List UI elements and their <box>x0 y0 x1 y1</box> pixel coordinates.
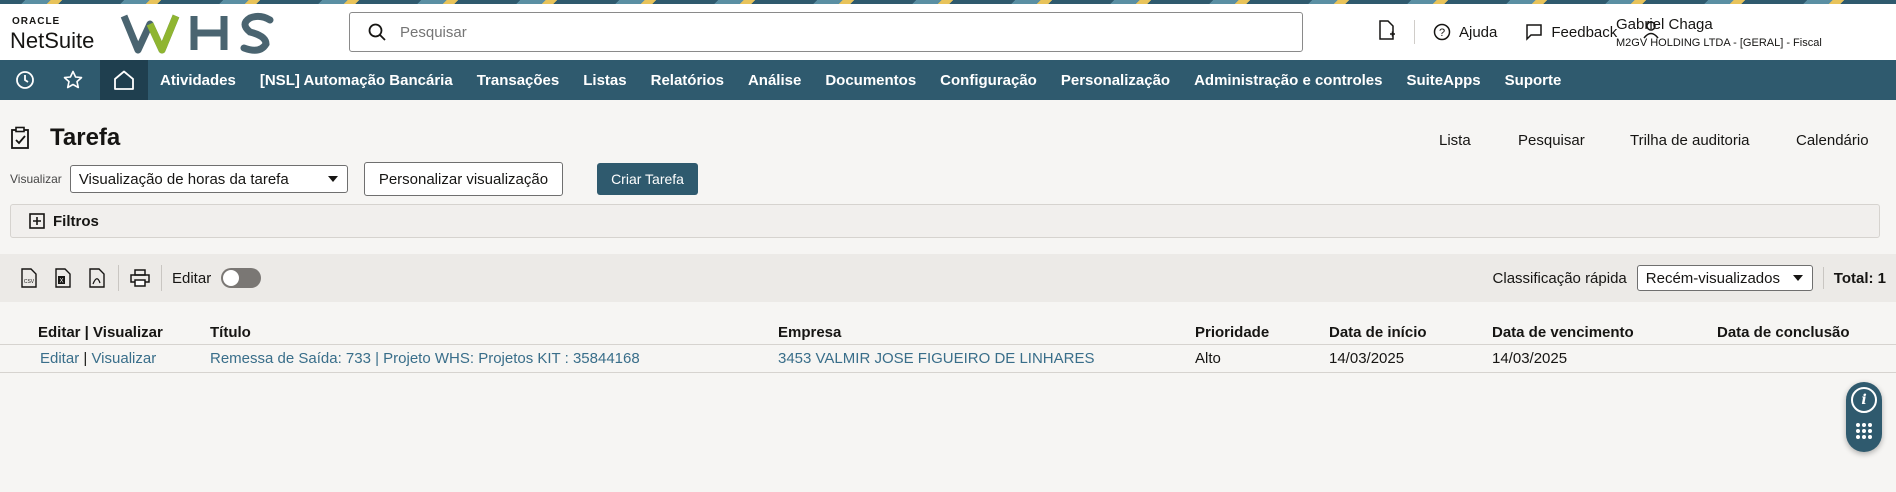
link-calendario[interactable]: Calendário <box>1796 132 1869 149</box>
global-search[interactable] <box>349 12 1303 52</box>
dropdown-arrow-icon <box>327 176 338 182</box>
whs-logo[interactable] <box>120 10 310 56</box>
edit-toggle[interactable] <box>221 268 262 288</box>
user-menu[interactable]: Gabriel Chaga M2GV HOLDING LTDA - [GERAL… <box>1616 16 1822 49</box>
search-icon <box>368 23 386 41</box>
view-select-value: Visualização de horas da tarefa <box>78 170 289 188</box>
row-priority: Alto <box>1195 344 1329 373</box>
page-header: Tarefa Lista Pesquisar Trilha de auditor… <box>0 100 1896 238</box>
header: ORACLE NetSuite ? Ajuda Feedback Gabri <box>0 4 1896 60</box>
nav-menu: Atividades [NSL] Automação Bancária Tran… <box>160 72 1585 89</box>
feedback-icon <box>1526 24 1543 41</box>
nav-item-personalizacao[interactable]: Personalização <box>1061 72 1170 89</box>
dropdown-arrow-icon <box>1792 275 1803 281</box>
main-navbar: Atividades [NSL] Automação Bancária Tran… <box>0 60 1896 100</box>
row-due-date: 14/03/2025 <box>1492 344 1717 373</box>
col-title[interactable]: Título <box>210 320 778 345</box>
svg-text:X: X <box>59 279 63 285</box>
export-excel-icon[interactable]: X <box>46 261 80 295</box>
quick-sort-label: Classificação rápida <box>1492 269 1627 287</box>
header-divider <box>1414 20 1415 44</box>
toolbar-separator <box>161 265 162 291</box>
total-count: Total: 1 <box>1833 269 1886 287</box>
toggle-knob <box>223 270 240 286</box>
create-task-button[interactable]: Criar Tarefa <box>597 163 698 195</box>
svg-text:CSV: CSV <box>24 279 35 285</box>
apps-grid-icon[interactable] <box>1855 422 1873 440</box>
col-priority[interactable]: Prioridade <box>1195 320 1329 345</box>
link-lista[interactable]: Lista <box>1439 132 1471 149</box>
user-name: Gabriel Chaga <box>1616 16 1713 33</box>
filters-label: Filtros <box>53 212 99 230</box>
search-input[interactable] <box>398 22 1252 42</box>
nav-item-configuracao[interactable]: Configuração <box>940 72 1037 89</box>
nav-item-administracao[interactable]: Administração e controles <box>1194 72 1382 89</box>
export-csv-icon[interactable]: CSV <box>12 261 46 295</box>
user-role: M2GV HOLDING LTDA - [GERAL] - Fiscal <box>1616 37 1822 49</box>
nav-item-atividades[interactable]: Atividades <box>160 72 236 89</box>
quick-sort-select[interactable]: Recém-visualizados <box>1636 265 1813 291</box>
help-icon: ? <box>1433 23 1451 41</box>
row-start-date: 14/03/2025 <box>1329 344 1492 373</box>
new-document-icon[interactable] <box>1378 20 1396 44</box>
nav-item-transacoes[interactable]: Transações <box>477 72 560 89</box>
favorites-star-icon[interactable] <box>54 60 92 100</box>
nav-item-documentos[interactable]: Documentos <box>825 72 916 89</box>
nav-item-suiteapps[interactable]: SuiteApps <box>1406 72 1480 89</box>
page-title: Tarefa <box>50 124 121 151</box>
floating-helper: i <box>1846 382 1882 452</box>
export-pdf-icon[interactable] <box>80 261 114 295</box>
nav-item-relatorios[interactable]: Relatórios <box>651 72 724 89</box>
expand-plus-icon <box>29 213 45 229</box>
print-icon[interactable] <box>123 261 157 295</box>
col-start-date[interactable]: Data de início <box>1329 320 1492 345</box>
col-edit-view: Editar | Visualizar <box>0 320 210 345</box>
feedback-label: Feedback <box>1551 23 1618 41</box>
table-header-row: Editar | Visualizar Título Empresa Prior… <box>0 320 1896 345</box>
list-toolbar: CSV X Editar Classificação rápida Recém-… <box>0 254 1896 302</box>
row-link-separator: | <box>83 350 88 367</box>
feedback-button[interactable]: Feedback <box>1525 23 1617 41</box>
toolbar-separator <box>118 265 119 291</box>
row-company-link[interactable]: 3453 VALMIR JOSE FIGUEIRO DE LINHARES <box>778 350 1094 367</box>
link-pesquisar[interactable]: Pesquisar <box>1518 132 1585 149</box>
table-row: Editar | Visualizar Remessa de Saída: 73… <box>0 344 1896 373</box>
tasks-table: Editar | Visualizar Título Empresa Prior… <box>0 320 1896 373</box>
filters-panel[interactable]: Filtros <box>10 204 1880 238</box>
task-clipboard-icon <box>11 126 29 149</box>
row-completion-date <box>1717 344 1896 373</box>
nav-item-suporte[interactable]: Suporte <box>1505 72 1562 89</box>
col-due-date[interactable]: Data de vencimento <box>1492 320 1717 345</box>
recent-records-icon[interactable] <box>6 60 44 100</box>
col-completion-date[interactable]: Data de conclusão <box>1717 320 1896 345</box>
nav-item-listas[interactable]: Listas <box>583 72 626 89</box>
quick-sort-value: Recém-visualizados <box>1645 269 1780 287</box>
row-title-link[interactable]: Remessa de Saída: 733 | Projeto WHS: Pro… <box>210 350 640 367</box>
svg-text:?: ? <box>1439 27 1445 39</box>
link-trilha-auditoria[interactable]: Trilha de auditoria <box>1630 132 1750 149</box>
toolbar-separator <box>1822 267 1824 289</box>
row-edit-link[interactable]: Editar <box>40 350 79 367</box>
home-icon[interactable] <box>100 60 148 100</box>
nav-item-analise[interactable]: Análise <box>748 72 801 89</box>
row-view-link[interactable]: Visualizar <box>91 350 156 367</box>
oracle-logo: ORACLE <box>12 16 61 27</box>
netsuite-logo: NetSuite <box>10 28 95 53</box>
col-company[interactable]: Empresa <box>778 320 1195 345</box>
edit-toggle-label: Editar <box>172 269 212 287</box>
help-button[interactable]: ? Ajuda <box>1433 23 1497 41</box>
view-select[interactable]: Visualização de horas da tarefa <box>69 165 348 193</box>
help-label: Ajuda <box>1459 23 1498 41</box>
view-label: Visualizar <box>10 172 62 186</box>
nav-item-automacao-bancaria[interactable]: [NSL] Automação Bancária <box>260 72 453 89</box>
info-icon[interactable]: i <box>1851 387 1877 413</box>
customize-view-button[interactable]: Personalizar visualização <box>363 162 564 196</box>
